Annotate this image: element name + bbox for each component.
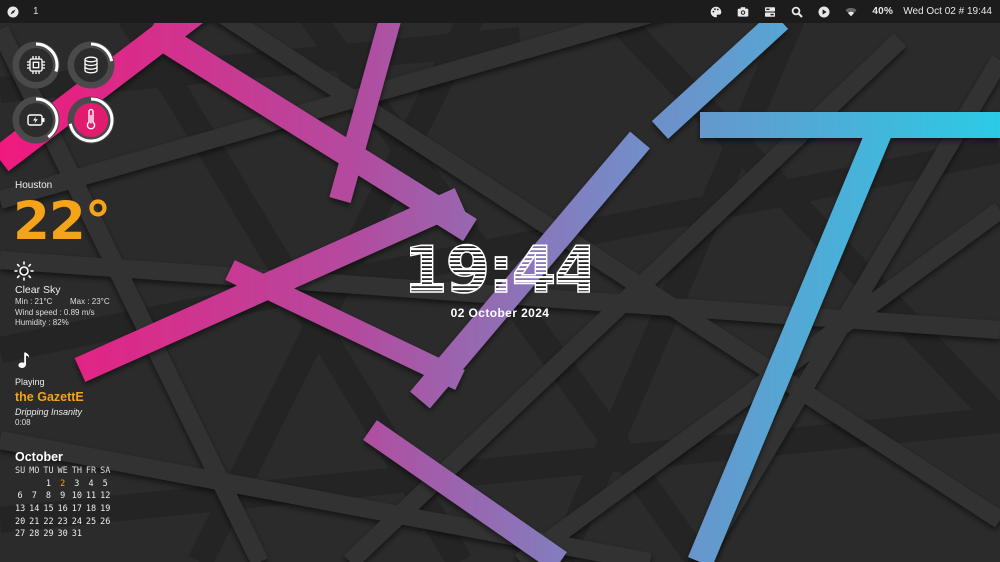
weather-wind: Wind speed : 0.89 m/s xyxy=(15,308,95,317)
weather-max: Max : 23°C xyxy=(70,297,110,306)
calendar-day: 20 xyxy=(14,516,26,527)
temperature-gauge xyxy=(66,95,116,145)
workspace-indicator[interactable]: 1 xyxy=(33,6,39,17)
weather-humidity: Humidity : 82% xyxy=(15,318,69,327)
weather-min: Min : 21°C xyxy=(15,297,53,306)
weekday-label: SU xyxy=(14,466,26,476)
music-elapsed: 0:08 xyxy=(15,418,31,427)
storage-gauge xyxy=(66,40,116,90)
calendar-day: 6 xyxy=(17,491,23,502)
launcher-compass-icon[interactable] xyxy=(7,6,19,18)
music-note-icon[interactable] xyxy=(17,351,31,369)
calendar-day: 1 xyxy=(45,478,52,489)
music-track[interactable]: Dripping Insanity xyxy=(15,407,82,417)
calendar-weekdays: SU MO TU WE TH FR SA xyxy=(13,466,112,479)
calendar-day xyxy=(27,479,41,492)
calendar-day: 17 xyxy=(71,504,82,515)
cpu-gauge xyxy=(11,40,61,90)
calendar-day: 29 xyxy=(43,529,54,540)
weather-city: Houston xyxy=(15,180,53,191)
music-artist[interactable]: the GazettE xyxy=(15,390,84,404)
sun-icon xyxy=(14,261,34,281)
calendar-day: 25 xyxy=(85,516,97,527)
calendar-day: 4 xyxy=(88,478,94,489)
calendar-day: 11 xyxy=(85,491,97,502)
calendar-day: 26 xyxy=(100,516,111,527)
weather-condition: Clear Sky xyxy=(15,284,61,296)
calendar-day: 15 xyxy=(43,504,54,515)
desktop-clock: 19:44 xyxy=(410,236,590,302)
weather-temperature: 22° xyxy=(13,191,111,252)
weekday-label: TH xyxy=(71,466,82,476)
calendar-day: 18 xyxy=(85,504,97,515)
calendar-day: 31 xyxy=(71,529,82,540)
wifi-icon[interactable] xyxy=(845,6,857,18)
calendar-week: 12345 xyxy=(13,479,112,492)
top-bar: 1 40% Wed Oct 02 # 19:44 xyxy=(0,0,1000,23)
calendar-day: 9 xyxy=(60,491,66,502)
calendar-day xyxy=(98,529,112,542)
calendar-day: 8 xyxy=(45,491,52,502)
media-play-icon[interactable] xyxy=(818,6,830,18)
calendar-week: 20 21 22 23 24 25 26 xyxy=(13,517,112,530)
desktop-clock-date: 02 October 2024 xyxy=(450,306,550,320)
weekday-label: TU xyxy=(43,466,54,476)
calendar-week: 27 28 29 30 31 xyxy=(13,529,112,542)
desktop-clock-time: 19:44 xyxy=(410,236,590,302)
search-icon[interactable] xyxy=(791,6,804,18)
calendar-day: 7 xyxy=(31,491,37,502)
calendar-day: 28 xyxy=(29,529,40,540)
calendar-grid: SU MO TU WE TH FR SA 1 2 3 4 5 6 7 8 9 10 11 12 13 14… xyxy=(13,466,112,542)
battery-percentage[interactable]: 40% xyxy=(872,6,893,17)
palette-icon[interactable] xyxy=(710,6,722,18)
weekday-label: FR xyxy=(85,466,97,476)
battery-gauge xyxy=(11,95,61,145)
weekday-label: SA xyxy=(100,466,111,476)
calendar-day: 14 xyxy=(29,504,40,515)
calendar-day: 21 xyxy=(29,516,40,527)
calendar-week: 6 7 8 9 10 11 12 xyxy=(13,491,112,504)
topbar-clock[interactable]: Wed Oct 02 # 19:44 xyxy=(903,6,992,17)
calendar-day: 12 xyxy=(100,491,111,502)
calendar-day: 22 xyxy=(43,516,54,527)
calendar-day: 10 xyxy=(71,491,82,502)
calendar-day: 27 xyxy=(14,529,26,540)
camera-icon[interactable] xyxy=(737,6,749,18)
calendar-day xyxy=(13,479,27,492)
calendar-week: 13 14 15 16 17 18 19 xyxy=(13,504,112,517)
calendar-day: 16 xyxy=(57,504,68,515)
calendar-day: 19 xyxy=(100,504,111,515)
calendar-day xyxy=(84,529,98,542)
weekday-label: WE xyxy=(57,466,68,476)
weather-minmax: Min : 21°C Max : 23°C xyxy=(15,297,155,306)
calendar-day: 13 xyxy=(14,504,26,515)
calendar-day: 30 xyxy=(57,529,68,540)
calendar-day: 24 xyxy=(71,516,82,527)
tray-toggle-icon[interactable] xyxy=(764,6,776,18)
calendar-day: 3 xyxy=(74,478,80,489)
calendar-today: 2 xyxy=(60,478,66,489)
calendar-day: 23 xyxy=(57,516,68,527)
calendar-day: 5 xyxy=(102,478,108,489)
calendar-month: October xyxy=(15,450,63,464)
weekday-label: MO xyxy=(29,466,40,476)
music-status: Playing xyxy=(15,377,45,387)
